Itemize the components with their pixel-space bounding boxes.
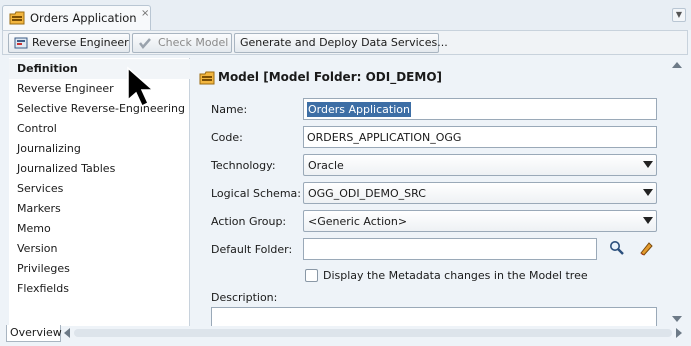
logical-schema-label: Logical Schema: [211, 187, 301, 200]
scroll-down-icon[interactable] [672, 316, 682, 322]
check-model-button[interactable]: Check Model [132, 33, 232, 53]
description-label: Description: [211, 291, 278, 304]
nav-item-flexfields[interactable]: Flexfields [9, 279, 190, 299]
check-model-label: Check Model [158, 36, 229, 49]
name-label: Name: [211, 103, 248, 116]
chevron-down-icon [643, 161, 653, 168]
model-folder-icon [199, 71, 215, 85]
tab-orders-application[interactable]: Orders Application × [2, 5, 151, 30]
default-folder-field[interactable] [303, 238, 597, 260]
reverse-engineer-label: Reverse Engineer [32, 36, 129, 49]
action-group-label: Action Group: [211, 215, 287, 228]
definition-panel: Model [Model Folder: ODI_DEMO] Name: Ord… [191, 58, 667, 326]
nav-item-selective-reverse-engineering[interactable]: Selective Reverse-Engineering [9, 99, 190, 119]
horizontal-scroll-track[interactable] [74, 329, 672, 337]
check-model-icon [139, 38, 151, 49]
generate-deploy-label: Generate and Deploy Data Services... [240, 36, 448, 49]
nav-item-markers[interactable]: Markers [9, 199, 190, 219]
nav-item-memo[interactable]: Memo [9, 219, 190, 239]
model-header-text: Model [Model Folder: ODI_DEMO] [218, 70, 442, 84]
close-icon[interactable]: × [141, 8, 149, 19]
editor-tab-bar: Orders Application × ▼ [0, 0, 691, 30]
scroll-left-icon[interactable] [64, 328, 70, 338]
logical-schema-value: OGG_ODI_DEMO_SRC [308, 187, 426, 200]
left-nav: Definition Reverse Engineer Selective Re… [9, 58, 190, 326]
description-textarea[interactable] [211, 307, 657, 326]
scroll-right-icon[interactable] [676, 328, 682, 338]
nav-item-control[interactable]: Control [9, 119, 190, 139]
nav-item-privileges[interactable]: Privileges [9, 259, 190, 279]
eraser-icon[interactable] [638, 240, 654, 256]
generate-deploy-button[interactable]: Generate and Deploy Data Services... [234, 33, 448, 53]
nav-item-version[interactable]: Version [9, 239, 190, 259]
tab-title: Orders Application [30, 11, 137, 25]
action-group-value: <Generic Action> [308, 215, 408, 228]
reverse-engineer-icon [14, 37, 28, 49]
technology-label: Technology: [211, 159, 276, 172]
code-field[interactable]: ORDERS_APPLICATION_OGG [303, 126, 657, 148]
nav-item-journalized-tables[interactable]: Journalized Tables [9, 159, 190, 179]
model-folder-icon [9, 11, 25, 25]
action-group-select[interactable]: <Generic Action> [303, 210, 657, 232]
chevron-down-icon [643, 217, 653, 224]
scroll-up-icon[interactable] [672, 62, 682, 68]
mouse-cursor-icon [127, 66, 155, 108]
chevron-down-icon [643, 189, 653, 196]
display-metadata-checkbox[interactable] [305, 269, 318, 282]
name-value: Orders Application [307, 102, 411, 117]
logical-schema-select[interactable]: OGG_ODI_DEMO_SRC [303, 182, 657, 204]
nav-item-definition[interactable]: Definition [9, 59, 190, 79]
nav-item-journalizing[interactable]: Journalizing [9, 139, 190, 159]
horizontal-scrollbar[interactable] [62, 326, 687, 340]
nav-item-reverse-engineer[interactable]: Reverse Engineer [9, 79, 190, 99]
chevron-down-icon[interactable]: ▼ [672, 8, 686, 22]
tab-overview[interactable]: Overview [6, 325, 62, 342]
toolbar: Reverse Engineer Check Model Generate an… [2, 30, 688, 55]
name-field[interactable]: Orders Application [303, 98, 657, 120]
vertical-scrollbar[interactable] [667, 58, 687, 326]
nav-item-services[interactable]: Services [9, 179, 190, 199]
search-icon[interactable] [609, 240, 625, 256]
code-label: Code: [211, 131, 243, 144]
technology-value: Oracle [308, 159, 344, 172]
default-folder-label: Default Folder: [211, 243, 293, 256]
reverse-engineer-button[interactable]: Reverse Engineer [8, 33, 130, 53]
display-metadata-label: Display the Metadata changes in the Mode… [323, 269, 588, 282]
technology-select[interactable]: Oracle [303, 154, 657, 176]
